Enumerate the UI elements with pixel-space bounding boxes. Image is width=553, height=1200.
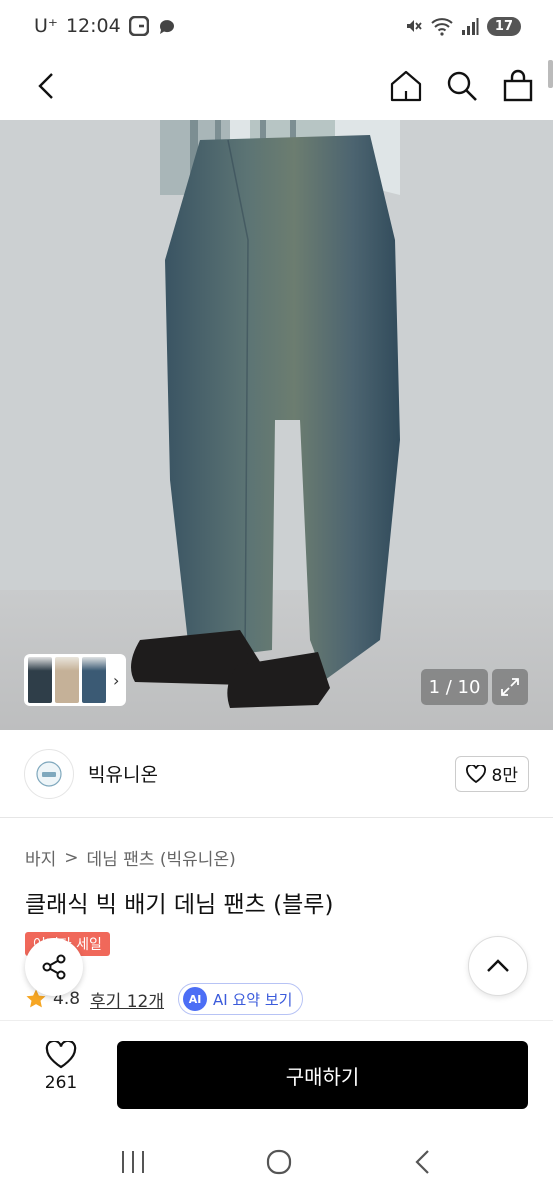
like-count: 261 (44, 1073, 78, 1093)
product-photo (0, 120, 553, 730)
recent-apps-button[interactable] (119, 1149, 147, 1179)
gallery-thumbnail[interactable] (82, 657, 106, 703)
like-button[interactable]: 261 (30, 1041, 92, 1093)
gallery-thumbnail-strip[interactable]: › (24, 654, 126, 706)
home-icon (390, 70, 422, 102)
status-bar: U⁺ 12:04 17 (0, 0, 553, 52)
search-icon (447, 71, 477, 101)
system-navigation-bar (0, 1128, 553, 1200)
nav-actions (389, 69, 535, 103)
shopping-bag-icon (503, 69, 533, 102)
chevron-right-icon: › (113, 670, 120, 690)
system-back-button[interactable] (412, 1148, 434, 1180)
search-button[interactable] (445, 69, 479, 103)
store-logo[interactable] (24, 748, 74, 799)
home-button[interactable] (389, 69, 423, 103)
top-nav-bar (0, 52, 553, 120)
status-left: U⁺ 12:04 (34, 15, 177, 37)
expand-image-button[interactable] (492, 669, 528, 705)
product-title: 클래식 빅 배기 데님 팬츠 (블루) (25, 892, 334, 918)
back-button[interactable] (30, 69, 64, 103)
review-count-link[interactable]: 후기 12개 (90, 987, 164, 1012)
store-logo-icon (36, 760, 62, 787)
heart-outline-icon (465, 764, 486, 783)
gallery-thumbnail[interactable] (28, 657, 52, 703)
cart-button[interactable] (501, 69, 535, 103)
heart-outline-icon (45, 1041, 77, 1069)
carrier-label: U⁺ (34, 15, 58, 37)
status-right: 17 (403, 16, 521, 36)
chevron-left-icon (38, 73, 53, 99)
scroll-indicator[interactable] (548, 60, 553, 88)
image-counter: 1 / 10 (421, 669, 488, 705)
expand-icon (501, 678, 519, 696)
product-image[interactable] (0, 120, 553, 730)
chat-app-icon (159, 20, 174, 34)
breadcrumb-subcategory[interactable]: 데님 팬츠 (빅유니온) (87, 845, 236, 870)
chevron-up-icon (487, 959, 509, 972)
store-like-count: 8만 (491, 766, 518, 786)
g-app-icon (128, 16, 149, 36)
breadcrumb: 바지 > 데님 팬츠 (빅유니온) (25, 845, 236, 871)
bottom-purchase-bar: 261 구매하기 (0, 1020, 553, 1128)
home-nav-button[interactable] (265, 1148, 293, 1180)
scroll-to-top-button[interactable] (468, 936, 528, 996)
gallery-thumbnail[interactable] (55, 657, 79, 703)
breadcrumb-separator: > (64, 847, 79, 868)
back-arrow-icon (415, 1150, 429, 1174)
store-row[interactable]: 빅유니온 8만 (0, 730, 553, 818)
store-like-button[interactable]: 8만 (454, 755, 529, 792)
store-name[interactable]: 빅유니온 (88, 760, 158, 787)
share-button[interactable] (25, 938, 83, 996)
share-icon (42, 954, 66, 980)
ai-logo-icon: AI (183, 987, 208, 1011)
ai-summary-label: AI 요약 보기 (213, 990, 293, 1009)
battery-indicator: 17 (486, 16, 521, 36)
recent-apps-icon (122, 1151, 145, 1173)
breadcrumb-category[interactable]: 바지 (25, 845, 56, 870)
mute-icon (406, 20, 422, 32)
home-circle-icon (267, 1149, 292, 1175)
wifi-icon (431, 18, 453, 36)
signal-icon (461, 18, 479, 35)
buy-button[interactable]: 구매하기 (117, 1041, 528, 1109)
ai-summary-button[interactable]: AI AI 요약 보기 (178, 983, 304, 1015)
clock: 12:04 (65, 15, 121, 37)
